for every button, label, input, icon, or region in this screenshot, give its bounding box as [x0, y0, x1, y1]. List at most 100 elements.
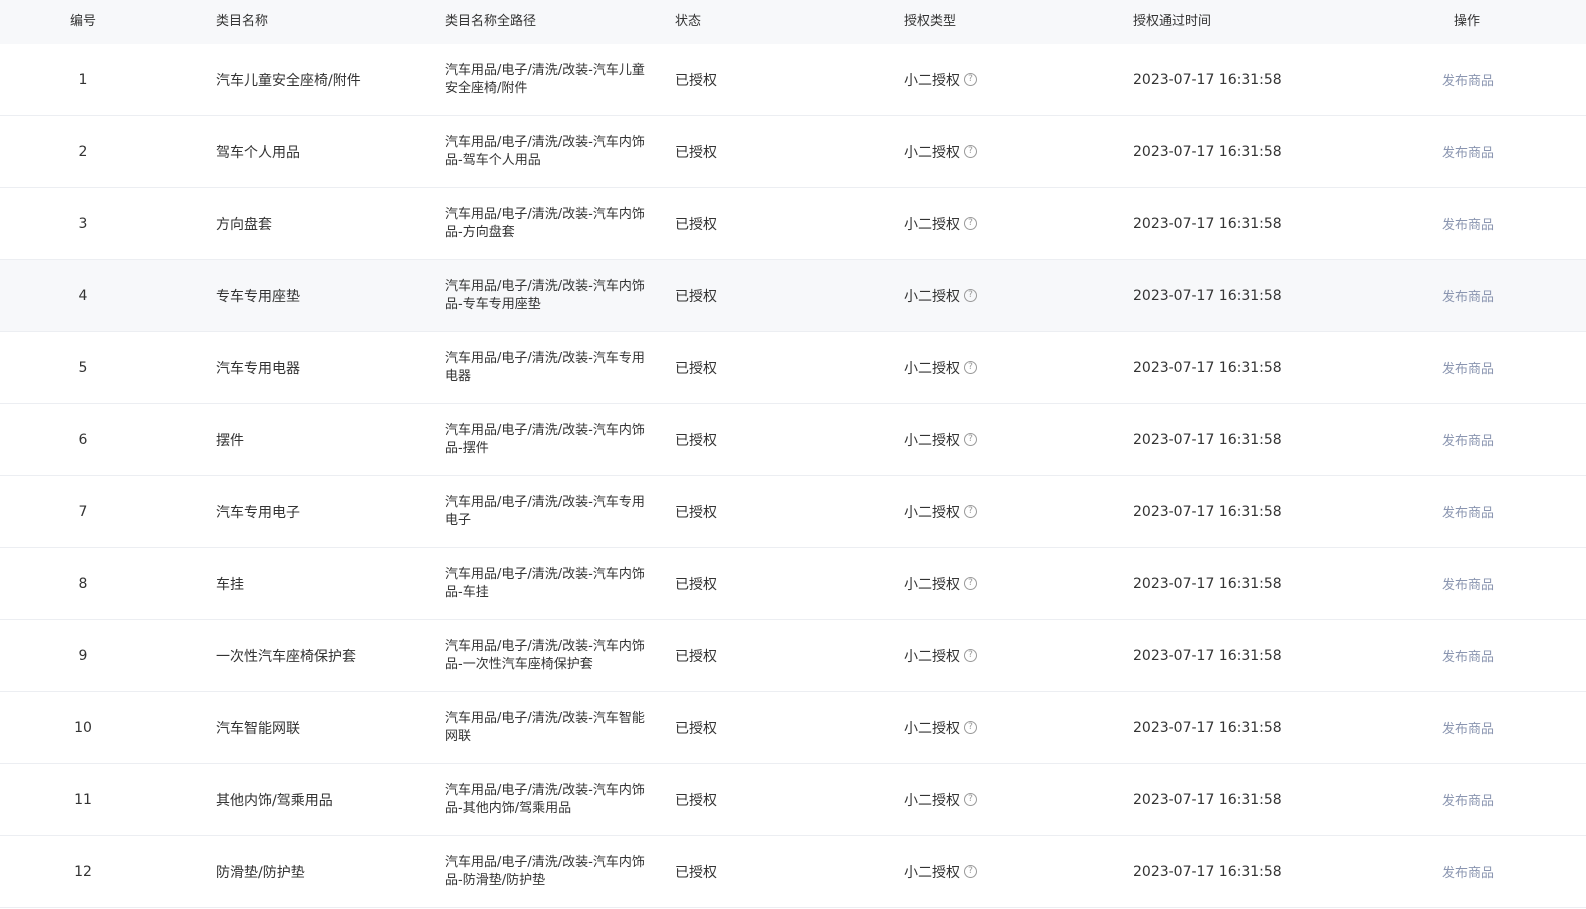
publish-product-link[interactable]: 发布商品: [1442, 574, 1494, 593]
category-name: 汽车专用电器: [216, 332, 426, 403]
publish-product-link[interactable]: 发布商品: [1442, 142, 1494, 161]
category-name: 摆件: [216, 404, 426, 475]
category-path-text: 汽车用品/电子/清洗/改装-汽车内饰品-车挂: [445, 566, 645, 600]
row-number-text: 5: [78, 359, 88, 376]
publish-product-link[interactable]: 发布商品: [1442, 646, 1494, 665]
question-circle-icon[interactable]: ?: [964, 505, 977, 518]
table-row[interactable]: 10 汽车智能网联 汽车用品/电子/清洗/改装-汽车智能网联 已授权 小二授权? 2023…: [0, 692, 1586, 764]
category-name: 一次性汽车座椅保护套: [216, 620, 426, 691]
status: 已授权: [675, 260, 875, 331]
question-circle-icon[interactable]: ?: [964, 649, 977, 662]
publish-product-link[interactable]: 发布商品: [1442, 790, 1494, 809]
table-row[interactable]: 3 方向盘套 汽车用品/电子/清洗/改装-汽车内饰品-方向盘套 已授权 小二授权? 202…: [0, 188, 1586, 260]
table-row[interactable]: 4 专车专用座垫 汽车用品/电子/清洗/改装-汽车内饰品-专车专用座垫 已授权 小二授权…: [0, 260, 1586, 332]
row-number: 1: [0, 44, 166, 115]
status: 已授权: [675, 692, 875, 763]
category-path: 汽车用品/电子/清洗/改装-汽车内饰品-摆件: [445, 404, 645, 475]
category-name: 专车专用座垫: [216, 260, 426, 331]
status-text: 已授权: [675, 792, 717, 809]
question-circle-icon[interactable]: ?: [964, 793, 977, 806]
question-circle-icon[interactable]: ?: [964, 721, 977, 734]
table-row[interactable]: 12 防滑垫/防护垫 汽车用品/电子/清洗/改装-汽车内饰品-防滑垫/防护垫 已授权 小…: [0, 836, 1586, 908]
row-number: 2: [0, 116, 166, 187]
category-path-text: 汽车用品/电子/清洗/改装-汽车内饰品-其他内饰/驾乘用品: [445, 782, 645, 816]
category-name-text: 一次性汽车座椅保护套: [216, 648, 356, 665]
auth-time-text: 2023-07-17 16:31:58: [1133, 431, 1282, 448]
category-name: 方向盘套: [216, 188, 426, 259]
action-cell: 发布商品: [1380, 116, 1556, 187]
status-text: 已授权: [675, 504, 717, 521]
auth-type: 小二授权?: [904, 764, 1104, 835]
question-circle-icon[interactable]: ?: [964, 289, 977, 302]
category-path-text: 汽车用品/电子/清洗/改装-汽车儿童安全座椅/附件: [445, 62, 645, 96]
header-no: 编号: [70, 14, 97, 29]
table-row[interactable]: 1 汽车儿童安全座椅/附件 汽车用品/电子/清洗/改装-汽车儿童安全座椅/附件 已授权…: [0, 44, 1586, 116]
status: 已授权: [675, 620, 875, 691]
publish-product-link[interactable]: 发布商品: [1442, 286, 1494, 305]
question-circle-icon[interactable]: ?: [964, 361, 977, 374]
publish-product-link[interactable]: 发布商品: [1442, 718, 1494, 737]
question-circle-icon[interactable]: ?: [964, 577, 977, 590]
auth-time-text: 2023-07-17 16:31:58: [1133, 503, 1282, 520]
table-row[interactable]: 5 汽车专用电器 汽车用品/电子/清洗/改装-汽车专用电器 已授权 小二授权? 2023-…: [0, 332, 1586, 404]
auth-time-text: 2023-07-17 16:31:58: [1133, 71, 1282, 88]
table-row[interactable]: 7 汽车专用电子 汽车用品/电子/清洗/改装-汽车专用电子 已授权 小二授权? 2023-…: [0, 476, 1586, 548]
table-row[interactable]: 2 驾车个人用品 汽车用品/电子/清洗/改装-汽车内饰品-驾车个人用品 已授权 小二授权…: [0, 116, 1586, 188]
category-path-text: 汽车用品/电子/清洗/改装-汽车内饰品-防滑垫/防护垫: [445, 854, 645, 888]
category-name: 其他内饰/驾乘用品: [216, 764, 426, 835]
category-name-text: 汽车专用电子: [216, 504, 300, 521]
publish-product-link[interactable]: 发布商品: [1442, 70, 1494, 89]
auth-type-text: 小二授权: [904, 720, 960, 737]
category-name-text: 车挂: [216, 576, 244, 593]
auth-time: 2023-07-17 16:31:58: [1133, 44, 1373, 115]
row-number: 11: [0, 764, 166, 835]
auth-type: 小二授权?: [904, 404, 1104, 475]
auth-time-text: 2023-07-17 16:31:58: [1133, 575, 1282, 592]
question-circle-icon[interactable]: ?: [964, 865, 977, 878]
row-number-text: 4: [78, 287, 88, 304]
status-text: 已授权: [675, 72, 717, 89]
publish-product-link[interactable]: 发布商品: [1442, 214, 1494, 233]
auth-type-text: 小二授权: [904, 504, 960, 521]
table-row[interactable]: 6 摆件 汽车用品/电子/清洗/改装-汽车内饰品-摆件 已授权 小二授权? 2023-07…: [0, 404, 1586, 476]
category-name: 汽车智能网联: [216, 692, 426, 763]
question-circle-icon[interactable]: ?: [964, 217, 977, 230]
row-number-text: 11: [74, 791, 92, 808]
auth-type: 小二授权?: [904, 116, 1104, 187]
publish-product-link[interactable]: 发布商品: [1442, 502, 1494, 521]
table-row[interactable]: 8 车挂 汽车用品/电子/清洗/改装-汽车内饰品-车挂 已授权 小二授权? 2023-07…: [0, 548, 1586, 620]
row-number: 9: [0, 620, 166, 691]
auth-time-text: 2023-07-17 16:31:58: [1133, 215, 1282, 232]
auth-type: 小二授权?: [904, 44, 1104, 115]
publish-product-link[interactable]: 发布商品: [1442, 862, 1494, 881]
category-path: 汽车用品/电子/清洗/改装-汽车内饰品-驾车个人用品: [445, 116, 645, 187]
publish-product-link[interactable]: 发布商品: [1442, 358, 1494, 377]
publish-product-link[interactable]: 发布商品: [1442, 430, 1494, 449]
auth-type: 小二授权?: [904, 188, 1104, 259]
question-circle-icon[interactable]: ?: [964, 145, 977, 158]
status: 已授权: [675, 836, 875, 907]
row-number-text: 7: [78, 503, 88, 520]
auth-time-text: 2023-07-17 16:31:58: [1133, 287, 1282, 304]
row-number-text: 2: [78, 143, 88, 160]
category-path: 汽车用品/电子/清洗/改装-汽车内饰品-一次性汽车座椅保护套: [445, 620, 645, 691]
category-path: 汽车用品/电子/清洗/改装-汽车内饰品-专车专用座垫: [445, 260, 645, 331]
action-cell: 发布商品: [1380, 620, 1556, 691]
category-path: 汽车用品/电子/清洗/改装-汽车智能网联: [445, 692, 645, 763]
status: 已授权: [675, 548, 875, 619]
auth-time-text: 2023-07-17 16:31:58: [1133, 791, 1282, 808]
header-category-path: 类目名称全路径: [445, 14, 537, 29]
status-text: 已授权: [675, 216, 717, 233]
auth-type-text: 小二授权: [904, 72, 960, 89]
category-path: 汽车用品/电子/清洗/改装-汽车内饰品-其他内饰/驾乘用品: [445, 764, 645, 835]
category-path: 汽车用品/电子/清洗/改装-汽车内饰品-方向盘套: [445, 188, 645, 259]
auth-type: 小二授权?: [904, 620, 1104, 691]
category-name: 驾车个人用品: [216, 116, 426, 187]
auth-time: 2023-07-17 16:31:58: [1133, 188, 1373, 259]
action-cell: 发布商品: [1380, 404, 1556, 475]
question-circle-icon[interactable]: ?: [964, 433, 977, 446]
table-row[interactable]: 11 其他内饰/驾乘用品 汽车用品/电子/清洗/改装-汽车内饰品-其他内饰/驾乘用品…: [0, 764, 1586, 836]
category-path: 汽车用品/电子/清洗/改装-汽车内饰品-车挂: [445, 548, 645, 619]
question-circle-icon[interactable]: ?: [964, 73, 977, 86]
table-row[interactable]: 9 一次性汽车座椅保护套 汽车用品/电子/清洗/改装-汽车内饰品-一次性汽车座椅保护…: [0, 620, 1586, 692]
